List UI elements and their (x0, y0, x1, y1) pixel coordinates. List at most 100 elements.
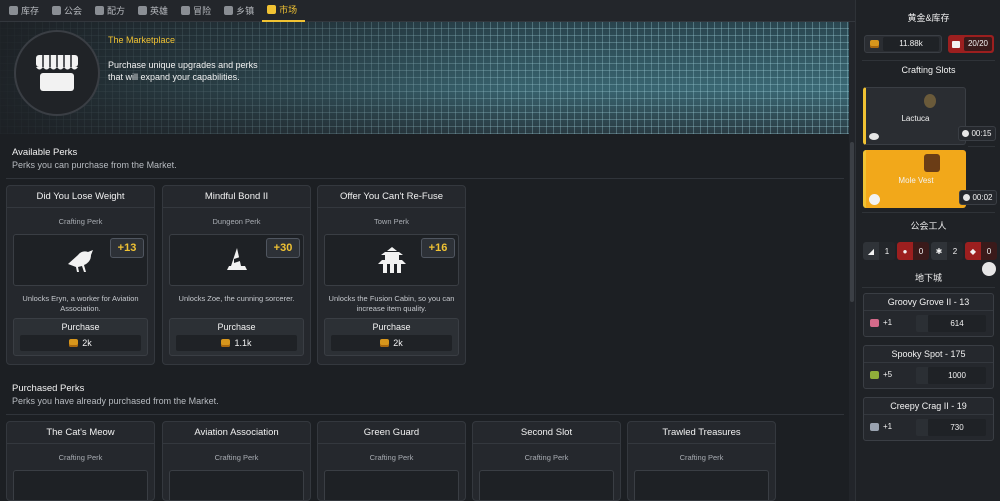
worker-count[interactable]: ◢ 1 (863, 242, 895, 260)
perk-bonus-badge: +16 (421, 238, 455, 258)
perk-cost: 1.1k (176, 335, 297, 351)
perk-description: Unlocks Eryn, a worker for Aviation Asso… (22, 294, 139, 313)
guild-icon (52, 6, 62, 15)
gold-counter: 11.88k (864, 35, 942, 53)
purchased-perks-title: Purchased Perks (12, 383, 85, 394)
dungeon-progress (916, 419, 928, 436)
perk-title: Aviation Association (163, 422, 310, 444)
cat-icon[interactable] (982, 262, 996, 276)
gold-icon (869, 40, 879, 48)
tab-guild[interactable]: 公会 (47, 0, 90, 22)
purchase-button[interactable]: Purchase 1.1k (169, 318, 304, 356)
dungeon-name: Spooky Spot - 175 (864, 346, 993, 363)
gold-inventory-title: 黄金&库存 (907, 13, 950, 23)
claw-icon (870, 422, 879, 431)
perk-type: Crafting Perk (214, 453, 259, 462)
market-banner: The Marketplace Purchase unique upgrades… (0, 22, 849, 134)
dungeon-bonus: +1 (870, 422, 892, 431)
perk-title: Second Slot (473, 422, 620, 444)
fish-worker-icon (869, 133, 879, 140)
perk-cost: 2k (20, 335, 141, 351)
dungeon-card[interactable]: Spooky Spot - 175 +5 1000 (863, 345, 994, 389)
app-window: 库存 公会 配方 英雄 冒险 乡镇 市场 The Marketplace Pur… (0, 0, 1000, 501)
mushroom-worker-icon (869, 194, 880, 205)
dungeon-bonus: +5 (870, 370, 892, 379)
perk-art: +30 (169, 234, 304, 286)
purchased-perk-card: Trawled Treasures Crafting Perk (627, 421, 776, 501)
dungeon-value: 614 (928, 315, 986, 332)
perk-art (13, 470, 148, 500)
perk-art (324, 470, 459, 500)
perk-title: Green Guard (318, 422, 465, 444)
scroll-thumb[interactable] (850, 142, 854, 302)
town-icon (224, 6, 234, 15)
fish-worker-icon: ◆ (965, 242, 981, 260)
perk-description: Unlocks the Fusion Cabin, so you can inc… (328, 294, 455, 313)
worker-count[interactable]: ● 0 (897, 242, 929, 260)
raven-icon (67, 250, 93, 272)
tab-adventure[interactable]: 冒险 (176, 0, 219, 22)
section-divider (6, 414, 844, 415)
sidebar-divider (862, 287, 995, 288)
perk-bonus-badge: +30 (266, 238, 300, 258)
tab-inventory[interactable]: 库存 (4, 0, 47, 22)
perk-title: Offer You Can't Re-Fuse (318, 186, 465, 208)
worker-count[interactable]: ✱ 2 (931, 242, 963, 260)
dungeon-value: 1000 (928, 367, 986, 384)
dungeon-card[interactable]: Creepy Crag II - 19 +1 730 (863, 397, 994, 441)
purchase-label: Purchase (217, 322, 256, 332)
recipe-icon (95, 6, 105, 15)
banner-title: The Marketplace (108, 35, 176, 45)
tab-town[interactable]: 乡镇 (219, 0, 262, 22)
perk-type: Crafting Perk (58, 453, 103, 462)
inventory-icon (9, 6, 18, 15)
sidebar-divider (862, 212, 995, 213)
sidebar-divider (968, 146, 995, 147)
purchase-label: Purchase (61, 322, 100, 332)
right-sidebar: 黄金&库存 11.88k 20/20 Crafting Slots Lactuc… (855, 0, 1000, 501)
top-nav: 库存 公会 配方 英雄 冒险 乡镇 市场 (0, 0, 855, 22)
hero-icon (138, 6, 148, 15)
pagoda-icon (377, 247, 406, 273)
tab-market[interactable]: 市场 (262, 0, 306, 22)
worker-count[interactable]: ◆ 0 (965, 242, 997, 260)
slot-item-name: Lactuca (901, 114, 930, 123)
banner-description: Purchase unique upgrades and perks that … (108, 60, 258, 82)
paw-worker-icon: ✱ (931, 242, 947, 260)
dungeon-card[interactable]: Groovy Grove II - 13 +1 614 (863, 293, 994, 337)
perk-title: Did You Lose Weight (7, 186, 154, 208)
tab-heroes[interactable]: 英雄 (133, 0, 176, 22)
guild-workers-title: 公会工人 (910, 221, 947, 231)
purchase-button[interactable]: Purchase 2k (13, 318, 148, 356)
tab-recipes[interactable]: 配方 (90, 0, 133, 22)
dungeon-name: Creepy Crag II - 19 (864, 398, 993, 415)
inventory-counter[interactable]: 20/20 (948, 35, 994, 53)
perk-art: +13 (13, 234, 148, 286)
slot-timer: 00:15 (958, 126, 996, 141)
perk-cost: 2k (331, 335, 452, 351)
crafting-slots-title: Crafting Slots (901, 65, 956, 75)
perk-title: Mindful Bond II (163, 186, 310, 208)
perk-type: Crafting Perk (679, 453, 724, 462)
perk-card: Mindful Bond II Dungeon Perk +30 Unlocks… (162, 185, 311, 365)
perk-title: The Cat's Meow (7, 422, 154, 444)
purchased-perks-subtitle: Perks you have already purchased from th… (12, 396, 219, 406)
perk-type: Crafting Perk (369, 453, 414, 462)
perk-type: Town Perk (373, 217, 409, 226)
dungeon-bonus: +1 (870, 318, 892, 327)
dungeon-title: 地下城 (914, 273, 942, 283)
purchase-button[interactable]: Purchase 2k (324, 318, 459, 356)
vest-icon (924, 154, 940, 172)
perk-type: Crafting Perk (58, 217, 103, 226)
clock-icon (962, 130, 970, 137)
available-perks-title: Available Perks (12, 147, 78, 158)
crafting-slot[interactable]: Lactuca 00:15 (863, 87, 996, 145)
crafting-slot-active[interactable]: Mole Vest 00:02 (863, 150, 997, 208)
slot-timer: 00:02 (959, 190, 997, 205)
perk-art (479, 470, 614, 500)
purchased-perk-card: The Cat's Meow Crafting Perk (6, 421, 155, 501)
perk-type: Crafting Perk (524, 453, 569, 462)
available-perks-subtitle: Perks you can purchase from the Market. (12, 160, 177, 170)
dungeon-progress (916, 367, 928, 384)
mushroom-worker-icon: ● (897, 242, 913, 260)
